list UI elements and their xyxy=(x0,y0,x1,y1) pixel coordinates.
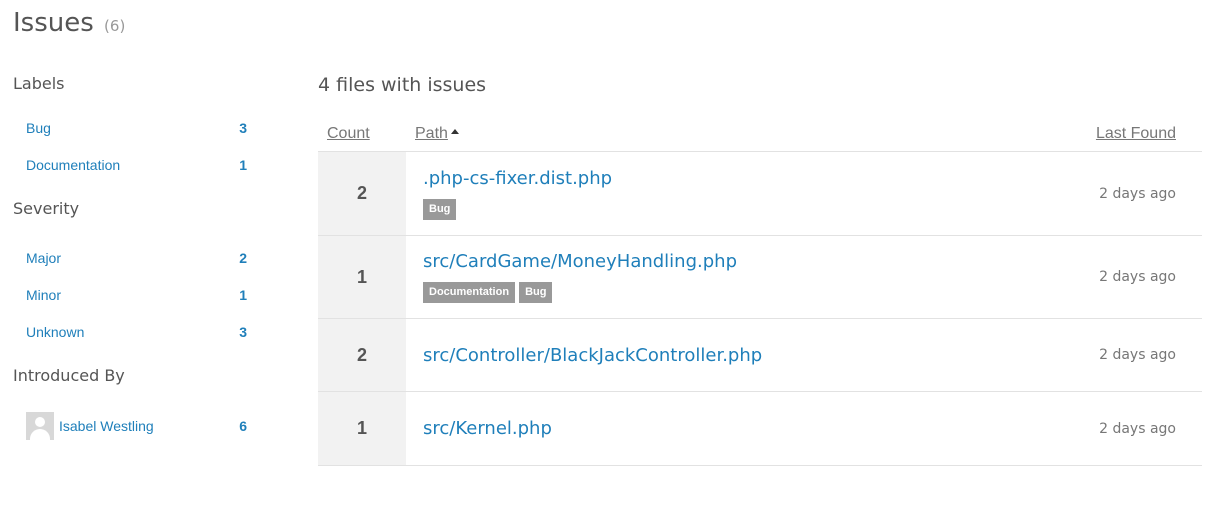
count-column-header: Count xyxy=(318,125,406,143)
filter-label-bug[interactable]: Bug 3 xyxy=(13,109,253,146)
filter-label: Documentation xyxy=(26,156,121,173)
tag-bug[interactable]: Bug xyxy=(423,198,457,220)
issue-count-cell: 1 xyxy=(318,236,406,318)
filter-label: Unknown xyxy=(26,323,85,340)
labels-list: Bug 3 Documentation 1 xyxy=(13,109,253,183)
sort-by-last-found[interactable]: Last Found xyxy=(1096,125,1176,142)
filter-author-isabel-westling[interactable]: Isabel Westling 6 xyxy=(13,406,253,446)
table-row[interactable]: 1 src/Kernel.php 2 days ago xyxy=(318,392,1202,466)
sort-by-count[interactable]: Count xyxy=(327,125,370,142)
filter-count: 3 xyxy=(239,323,247,340)
filter-severity-minor[interactable]: Minor 1 xyxy=(13,276,253,313)
table-row[interactable]: 2 src/Controller/BlackJackController.php… xyxy=(318,319,1202,392)
file-path-link[interactable]: src/Kernel.php xyxy=(423,418,1002,439)
tag-list: Documentation Bug xyxy=(423,282,1002,303)
issue-count-cell: 1 xyxy=(318,392,406,465)
introduced-by-list: Isabel Westling 6 xyxy=(13,406,253,446)
labels-heading: Labels xyxy=(13,74,65,93)
file-path-link[interactable]: src/CardGame/MoneyHandling.php xyxy=(423,251,1002,272)
filter-count: 6 xyxy=(239,418,247,434)
file-path-link[interactable]: src/Controller/BlackJackController.php xyxy=(423,345,1002,366)
sort-by-path[interactable]: Path xyxy=(415,125,448,142)
introduced-by-heading: Introduced By xyxy=(13,366,125,385)
last-found-cell: 2 days ago xyxy=(1099,269,1176,285)
path-cell: .php-cs-fixer.dist.php Bug xyxy=(406,152,1002,235)
path-cell: src/Controller/BlackJackController.php xyxy=(406,319,1002,391)
path-column-header: Path xyxy=(406,125,1002,143)
filter-severity-major[interactable]: Major 2 xyxy=(13,239,253,276)
page-title: Issues (6) xyxy=(13,8,125,38)
last-found-column-header: Last Found xyxy=(1002,125,1202,143)
last-found-cell: 2 days ago xyxy=(1099,347,1176,363)
filter-label-documentation[interactable]: Documentation 1 xyxy=(13,146,253,183)
sort-ascending-icon xyxy=(450,128,459,134)
table-header: Count Path Last Found xyxy=(318,116,1202,152)
last-found-cell: 2 days ago xyxy=(1099,420,1176,437)
table-row[interactable]: 1 src/CardGame/MoneyHandling.php Documen… xyxy=(318,236,1202,319)
table-row[interactable]: 2 .php-cs-fixer.dist.php Bug 2 days ago xyxy=(318,152,1202,236)
main-content: 4 files with issues Count Path Last Foun… xyxy=(318,72,1202,466)
filter-severity-unknown[interactable]: Unknown 3 xyxy=(13,313,253,350)
avatar xyxy=(26,412,54,440)
filter-count: 3 xyxy=(239,119,247,136)
filter-count: 1 xyxy=(239,286,247,303)
last-found-cell: 2 days ago xyxy=(1099,185,1176,202)
page-title-text: Issues xyxy=(13,8,94,38)
issue-count-cell: 2 xyxy=(318,319,406,391)
author-wrap: Isabel Westling xyxy=(26,412,154,440)
sidebar: Labels Bug 3 Documentation 1 Severity Ma… xyxy=(13,72,253,460)
tag-list: Bug xyxy=(423,198,1002,220)
severity-list: Major 2 Minor 1 Unknown 3 xyxy=(13,239,253,350)
files-heading: 4 files with issues xyxy=(318,74,487,96)
filter-label: Major xyxy=(26,249,62,266)
tag-bug[interactable]: Bug xyxy=(519,282,553,303)
filter-count: 1 xyxy=(239,156,247,173)
path-cell: src/Kernel.php xyxy=(406,392,1002,465)
author-name: Isabel Westling xyxy=(59,418,154,434)
file-path-link[interactable]: .php-cs-fixer.dist.php xyxy=(423,168,1002,189)
issue-count-cell: 2 xyxy=(318,152,406,235)
severity-heading: Severity xyxy=(13,199,80,218)
issue-count: (6) xyxy=(104,17,126,35)
filter-label: Minor xyxy=(26,286,62,303)
tag-documentation[interactable]: Documentation xyxy=(423,282,516,303)
filter-count: 2 xyxy=(239,249,247,266)
filter-label: Bug xyxy=(26,119,51,136)
path-cell: src/CardGame/MoneyHandling.php Documenta… xyxy=(406,236,1002,318)
